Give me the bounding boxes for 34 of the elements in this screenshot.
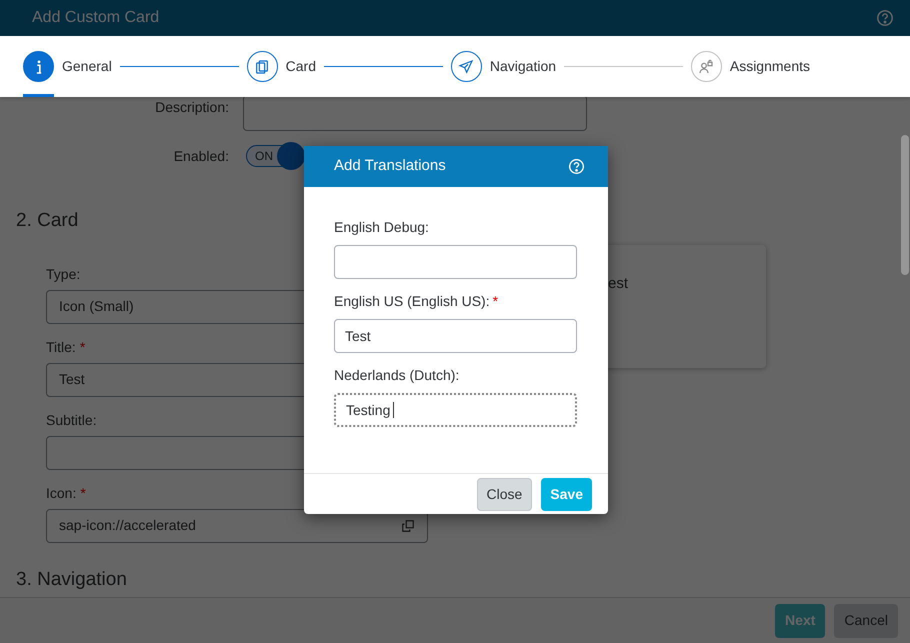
window-title: Add Custom Card	[32, 8, 160, 28]
copy-icon[interactable]	[401, 518, 415, 532]
field-label: Icon:	[46, 484, 76, 502]
wizard-step[interactable]: General	[23, 36, 112, 97]
section-title: 3. Navigation	[16, 568, 127, 592]
info-icon	[36, 60, 42, 74]
field-label: Description:	[154, 98, 229, 117]
section-title: 2. Card	[16, 209, 78, 233]
wizard-step[interactable]: Card	[246, 36, 316, 97]
field-label: Enabled:	[172, 146, 229, 166]
field-label: Subtitle:	[46, 410, 97, 430]
selected-step-indicator	[23, 94, 54, 97]
required-asterisk: *	[80, 338, 86, 356]
field-label: English Debug:	[334, 218, 429, 237]
input-field[interactable]: Test	[334, 319, 577, 353]
text-cursor	[393, 402, 394, 418]
required-asterisk: *	[80, 484, 86, 502]
person-lock-icon	[698, 58, 714, 74]
switch-knob	[277, 142, 305, 170]
input-field[interactable]: Testing	[334, 393, 577, 427]
close-button[interactable]: Close	[476, 478, 532, 510]
description-field[interactable]	[243, 97, 587, 131]
paper-plane-icon	[458, 58, 474, 74]
copy-icon	[254, 58, 270, 74]
field-label: Type:	[46, 264, 80, 284]
wizard-step[interactable]: Navigation	[450, 36, 556, 97]
field-label: Title:	[46, 338, 76, 356]
help-icon[interactable]	[876, 9, 894, 27]
input-field[interactable]	[334, 245, 577, 279]
required-asterisk: *	[492, 292, 498, 311]
wizard-step[interactable]: Assignments	[690, 36, 810, 97]
help-icon[interactable]	[568, 158, 585, 175]
card-title: est	[608, 274, 628, 292]
dialog-title: Add Translations	[334, 156, 446, 176]
